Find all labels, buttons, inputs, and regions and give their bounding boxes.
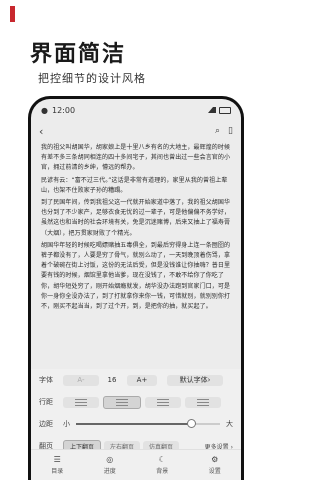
margin-slider[interactable] — [76, 419, 220, 428]
line-spacing-icon — [116, 398, 128, 406]
promo-title: 界面简洁 — [30, 42, 127, 67]
tab-label: 背景 — [156, 467, 169, 475]
slider-max-label: 大 — [226, 420, 233, 428]
tab-background[interactable]: ☾ 背景 — [136, 450, 189, 480]
tab-catalog[interactable]: ☰ 目录 — [31, 450, 84, 480]
status-bar: ● 12:00 — [31, 99, 241, 121]
bottom-tab-bar: ☰ 目录 ◎ 进度 ☾ 背景 ⚙ 设置 — [31, 449, 241, 480]
progress-icon: ◎ — [106, 454, 114, 464]
chevron-right-icon: › — [207, 376, 211, 384]
line-spacing-icon — [157, 398, 169, 406]
default-font-button[interactable]: 默认字体 › — [167, 374, 223, 386]
spacing-option-tight[interactable] — [63, 396, 99, 408]
status-time: 12:00 — [51, 105, 76, 115]
margin-label: 边距 — [39, 420, 53, 428]
line-spacing-icon — [197, 398, 209, 406]
bookmark-icon[interactable]: ▯ — [228, 126, 233, 136]
font-decrease-button[interactable]: A- — [63, 374, 99, 386]
spacing-option-medium[interactable] — [103, 395, 141, 409]
spacing-label: 行距 — [39, 398, 53, 406]
font-row: 字体 A- 16 A+ 默认字体 › — [39, 369, 233, 391]
tab-progress[interactable]: ◎ 进度 — [84, 450, 137, 480]
line-spacing-icon — [75, 398, 87, 406]
phone-frame: ● 12:00 ‹ ⌕ ▯ 我的祖父叫胡国华，胡家娘上是十里八乡有名的大地主，最… — [28, 96, 244, 480]
font-increase-button[interactable]: A+ — [127, 374, 157, 386]
search-icon[interactable]: ⌕ — [215, 126, 220, 136]
paragraph: 到了民国年间，传到我祖父这一代就开始家道中落了，我的祖父胡国华也分到了不少家产，… — [41, 199, 231, 237]
paragraph: 我的祖父叫胡国华，胡家娘上是十里八乡有名的大地主，最辉煌的时候有差不多三条胡同相… — [41, 144, 231, 172]
paragraph: 胡国华年轻的时候吃喝嫖赌抽五毒俱全，到最后穷得身上连一条囫囵的裤子都没有了，人要… — [41, 241, 231, 311]
reader-content: 我的祖父叫胡国华，胡家娘上是十里八乡有名的大地主，最辉煌的时候有差不多三条胡同相… — [31, 141, 241, 339]
accent-bar — [10, 6, 15, 22]
tab-label: 目录 — [51, 467, 64, 475]
spacing-option-loose[interactable] — [145, 396, 181, 408]
settings-panel: 字体 A- 16 A+ 默认字体 › 行距 边距 小 大 翻页 上下翻页 左右翻… — [31, 369, 241, 480]
battery-icon — [219, 106, 231, 114]
slider-fill — [76, 423, 192, 425]
margin-row: 边距 小 大 — [39, 413, 233, 435]
signal-icon — [208, 107, 216, 113]
settings-icon: ⚙ — [211, 454, 219, 464]
font-label: 字体 — [39, 376, 53, 384]
paragraph: 民谚有云：“富不过三代。”这话是非常有道理的，家里从我的曾祖上辈山，也架不住败家… — [41, 176, 228, 194]
tab-settings[interactable]: ⚙ 设置 — [189, 450, 242, 480]
moon-icon: ☾ — [158, 454, 166, 464]
font-size-value: 16 — [107, 376, 117, 384]
tab-label: 设置 — [208, 467, 221, 475]
promo-subtitle: 把控细节的设计风格 — [38, 72, 146, 85]
spacing-option-wide[interactable] — [185, 396, 221, 408]
spacing-row: 行距 — [39, 391, 233, 413]
slider-handle[interactable] — [187, 419, 197, 428]
status-dot-icon: ● — [41, 105, 48, 115]
reader-toolbar: ‹ ⌕ ▯ — [31, 121, 241, 141]
tab-label: 进度 — [103, 467, 116, 475]
default-font-label: 默认字体 — [179, 376, 208, 384]
back-arrow-icon[interactable]: ‹ — [39, 125, 43, 138]
menu-list-icon: ☰ — [53, 454, 61, 464]
slider-min-label: 小 — [63, 420, 70, 428]
